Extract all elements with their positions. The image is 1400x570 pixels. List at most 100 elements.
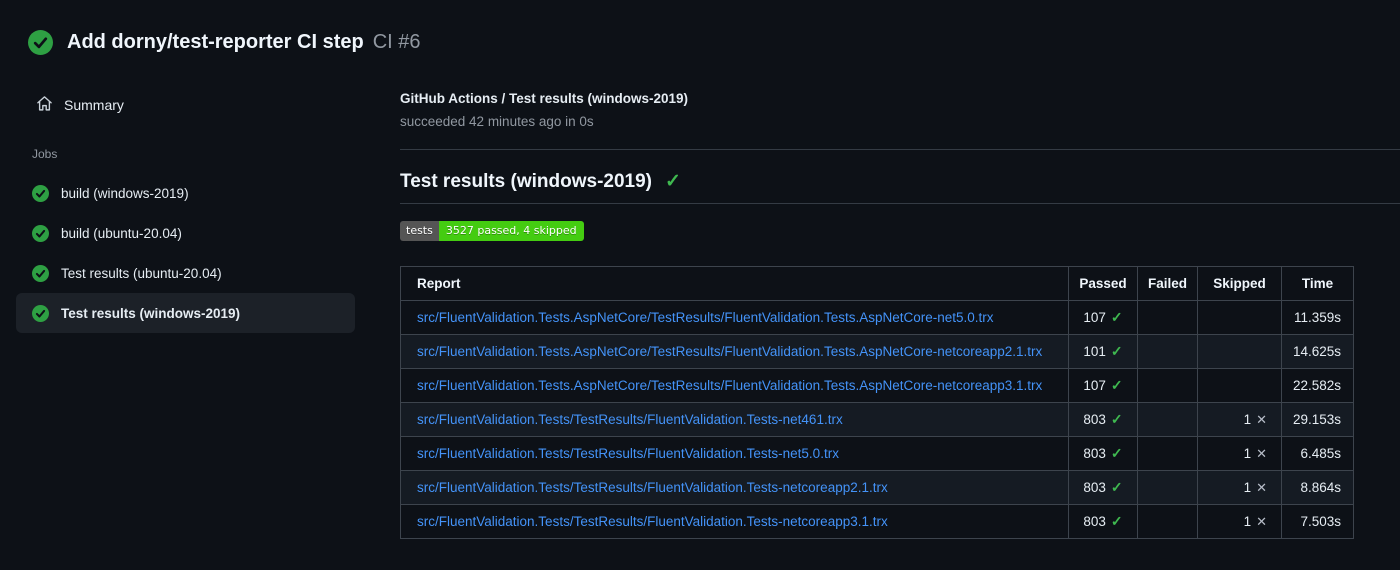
column-header-skipped: Skipped xyxy=(1197,266,1282,301)
success-check-circle-icon xyxy=(32,224,49,242)
sidebar-job-item[interactable]: Test results (windows-2019) xyxy=(16,293,355,333)
passed-cell: 803 ✓ xyxy=(1068,402,1138,437)
report-table-body: src/FluentValidation.Tests.AspNetCore/Te… xyxy=(400,300,1354,539)
table-row: src/FluentValidation.Tests.AspNetCore/Te… xyxy=(400,334,1354,369)
skipped-cell: 1 ✕ xyxy=(1197,436,1282,471)
report-link[interactable]: src/FluentValidation.Tests.AspNetCore/Te… xyxy=(417,310,994,325)
table-row: src/FluentValidation.Tests/TestResults/F… xyxy=(400,470,1354,505)
pass-check-icon: ✓ xyxy=(1110,309,1123,325)
failed-cell xyxy=(1137,334,1198,369)
job-label: Test results (windows-2019) xyxy=(61,305,241,321)
report-link[interactable]: src/FluentValidation.Tests.AspNetCore/Te… xyxy=(417,378,1042,393)
jobs-list: build (windows-2019) build (ubuntu-20.04)… xyxy=(0,173,400,333)
passed-count: 107 xyxy=(1083,378,1106,393)
failed-cell xyxy=(1137,368,1198,403)
success-check-circle-icon xyxy=(32,184,49,202)
report-link[interactable]: src/FluentValidation.Tests/TestResults/F… xyxy=(417,514,888,529)
run-title: Add dorny/test-reporter CI step xyxy=(67,31,364,53)
skipped-count: 1 xyxy=(1243,513,1252,529)
workflow-run-page: Add dorny/test-reporter CI step CI #6 Su… xyxy=(0,0,1400,570)
report-cell: src/FluentValidation.Tests/TestResults/F… xyxy=(400,436,1069,471)
time-cell: 8.864s xyxy=(1281,470,1354,505)
success-check-circle-icon xyxy=(32,264,49,282)
failed-cell xyxy=(1137,470,1198,505)
job-label: build (ubuntu-20.04) xyxy=(61,225,182,241)
sidebar-job-item[interactable]: Test results (ubuntu-20.04) xyxy=(16,253,355,293)
pass-check-icon: ✓ xyxy=(1110,343,1123,359)
passed-count: 107 xyxy=(1083,310,1106,325)
pass-check-icon: ✓ xyxy=(1110,377,1123,393)
success-check-circle-icon xyxy=(28,30,53,55)
sidebar-item-summary[interactable]: Summary xyxy=(36,90,400,120)
time-cell: 29.153s xyxy=(1281,402,1354,437)
passed-cell: 107 ✓ xyxy=(1068,368,1138,403)
report-link[interactable]: src/FluentValidation.Tests/TestResults/F… xyxy=(417,480,888,495)
home-icon xyxy=(36,95,53,115)
passed-count: 803 xyxy=(1083,480,1106,495)
check-status-text: succeeded 42 minutes ago in 0s xyxy=(400,114,594,129)
skip-x-icon: ✕ xyxy=(1256,479,1267,495)
column-header-time: Time xyxy=(1281,266,1354,301)
section-heading: Test results (windows-2019) ✓ xyxy=(400,170,1400,193)
passed-cell: 803 ✓ xyxy=(1068,436,1138,471)
skipped-cell xyxy=(1197,368,1282,403)
failed-cell xyxy=(1137,436,1198,471)
passed-count: 803 xyxy=(1083,446,1106,461)
report-cell: src/FluentValidation.Tests.AspNetCore/Te… xyxy=(400,300,1069,335)
skipped-count: 1 xyxy=(1243,479,1252,495)
test-results-table: Report Passed Failed Skipped Time src/Fluent… xyxy=(400,266,1354,539)
table-row: src/FluentValidation.Tests/TestResults/F… xyxy=(400,402,1354,437)
passed-count: 101 xyxy=(1083,344,1106,359)
skipped-count: 1 xyxy=(1243,445,1252,461)
failed-cell xyxy=(1137,402,1198,437)
time-cell: 11.359s xyxy=(1281,300,1354,335)
skipped-cell: 1 ✕ xyxy=(1197,504,1282,539)
passed-cell: 107 ✓ xyxy=(1068,300,1138,335)
table-row: src/FluentValidation.Tests.AspNetCore/Te… xyxy=(400,300,1354,335)
time-cell: 6.485s xyxy=(1281,436,1354,471)
report-cell: src/FluentValidation.Tests/TestResults/F… xyxy=(400,470,1069,505)
success-check-circle-icon xyxy=(32,304,49,322)
divider xyxy=(400,203,1400,204)
check-suite-title: GitHub Actions / Test results (windows-2… xyxy=(400,91,689,106)
main-content: GitHub Actions / Test results (windows-2… xyxy=(400,80,1400,539)
job-label: Test results (ubuntu-20.04) xyxy=(61,265,222,281)
report-link[interactable]: src/FluentValidation.Tests/TestResults/F… xyxy=(417,446,839,461)
passed-cell: 803 ✓ xyxy=(1068,470,1138,505)
report-link[interactable]: src/FluentValidation.Tests.AspNetCore/Te… xyxy=(417,344,1042,359)
failed-cell xyxy=(1137,300,1198,335)
table-header-row: Report Passed Failed Skipped Time xyxy=(400,266,1354,301)
skipped-cell xyxy=(1197,334,1282,369)
table-row: src/FluentValidation.Tests/TestResults/F… xyxy=(400,436,1354,471)
jobs-section-label: Jobs xyxy=(32,147,58,161)
report-link[interactable]: src/FluentValidation.Tests/TestResults/F… xyxy=(417,412,843,427)
skip-x-icon: ✕ xyxy=(1256,411,1267,427)
skip-x-icon: ✕ xyxy=(1256,513,1267,529)
summary-label: Summary xyxy=(64,97,124,113)
report-cell: src/FluentValidation.Tests/TestResults/F… xyxy=(400,504,1069,539)
sidebar-job-item[interactable]: build (windows-2019) xyxy=(16,173,355,213)
report-cell: src/FluentValidation.Tests/TestResults/F… xyxy=(400,402,1069,437)
table-header: Report Passed Failed Skipped Time xyxy=(400,266,1354,301)
report-cell: src/FluentValidation.Tests.AspNetCore/Te… xyxy=(400,334,1069,369)
column-header-passed: Passed xyxy=(1068,266,1138,301)
badge-label: tests xyxy=(400,221,439,241)
divider xyxy=(400,149,1400,150)
pass-check-icon: ✓ xyxy=(1110,479,1123,495)
pass-check-icon: ✓ xyxy=(1110,445,1123,461)
table-row: src/FluentValidation.Tests.AspNetCore/Te… xyxy=(400,368,1354,403)
section-heading-text: Test results (windows-2019) xyxy=(400,170,652,192)
time-cell: 14.625s xyxy=(1281,334,1354,369)
skipped-cell xyxy=(1197,300,1282,335)
sidebar-job-item[interactable]: build (ubuntu-20.04) xyxy=(16,213,355,253)
skipped-count: 1 xyxy=(1243,411,1252,427)
time-cell: 22.582s xyxy=(1281,368,1354,403)
passed-count: 803 xyxy=(1083,514,1106,529)
skipped-cell: 1 ✕ xyxy=(1197,470,1282,505)
pass-check-icon: ✓ xyxy=(1110,513,1123,529)
skip-x-icon: ✕ xyxy=(1256,445,1267,461)
skipped-cell: 1 ✕ xyxy=(1197,402,1282,437)
success-check-icon: ✓ xyxy=(665,171,681,192)
column-header-failed: Failed xyxy=(1137,266,1198,301)
column-header-report: Report xyxy=(400,266,1069,301)
